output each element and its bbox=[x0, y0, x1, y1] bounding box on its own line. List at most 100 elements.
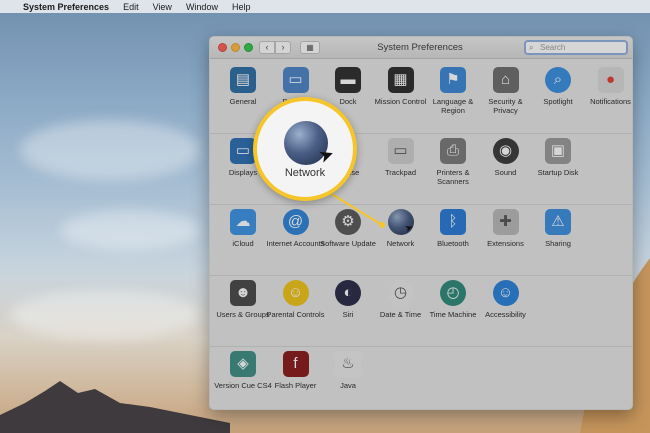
dock-icon: ▬ bbox=[335, 67, 361, 93]
menu-app-name[interactable]: System Preferences bbox=[23, 2, 109, 12]
search-icon: ⌕ bbox=[529, 43, 534, 52]
pref-pane-software-update[interactable]: ⚙ Software Update bbox=[319, 209, 377, 271]
pref-pane-icloud[interactable]: ☁ iCloud bbox=[214, 209, 272, 271]
pref-pane-flash-player[interactable]: f Flash Player bbox=[267, 351, 325, 409]
pref-pane-label: Notifications bbox=[590, 97, 631, 106]
parental-controls-icon: ☺ bbox=[282, 280, 309, 306]
menu-window[interactable]: Window bbox=[186, 2, 218, 12]
pref-pane-startup-disk[interactable]: ▣ Startup Disk bbox=[529, 138, 587, 200]
close-button[interactable] bbox=[218, 43, 227, 52]
pref-pane-label: Users & Groups bbox=[216, 310, 270, 319]
flash-player-icon: f bbox=[282, 351, 309, 377]
sound-icon: ◉ bbox=[492, 138, 519, 164]
pref-pane-sharing[interactable]: ⚠ Sharing bbox=[529, 209, 587, 271]
network-magnifier-callout: Network ➤ bbox=[253, 97, 357, 201]
menu-help[interactable]: Help bbox=[232, 2, 251, 12]
show-all-grid-button[interactable]: ▦ bbox=[300, 41, 320, 54]
zoom-button[interactable] bbox=[244, 43, 253, 52]
pref-pane-label: Security & Privacy bbox=[488, 97, 523, 115]
pref-pane-parental-controls[interactable]: ☺ Parental Controls bbox=[267, 280, 325, 342]
window-title: System Preferences bbox=[377, 42, 463, 53]
java-icon: ♨ bbox=[335, 351, 361, 377]
pref-pane-label: Accessibility bbox=[485, 310, 526, 319]
pref-pane-label: Language & Region bbox=[432, 97, 474, 115]
pref-pane-label: Printers & Scanners bbox=[436, 168, 470, 186]
back-button[interactable]: ‹ bbox=[259, 41, 275, 54]
accessibility-icon: ☺ bbox=[492, 280, 519, 306]
pref-pane-label: iCloud bbox=[232, 239, 254, 248]
pref-pane-siri[interactable]: ◐ Siri bbox=[319, 280, 377, 342]
menu-view[interactable]: View bbox=[153, 2, 172, 12]
pref-pane-mission-control[interactable]: ▦ Mission Control bbox=[372, 67, 430, 129]
pref-pane-printers-scanners[interactable]: ⎙ Printers & Scanners bbox=[424, 138, 482, 200]
time-machine-icon: ◴ bbox=[440, 280, 466, 306]
search-placeholder: Search bbox=[540, 43, 566, 52]
pref-pane-extensions[interactable]: ✚ Extensions bbox=[477, 209, 535, 271]
language-icon: ⚑ bbox=[440, 67, 466, 93]
pref-pane-label: Internet Accounts bbox=[266, 239, 325, 248]
trackpad-icon: ▭ bbox=[387, 138, 414, 164]
pref-pane-version-cue-cs4[interactable]: ◈ Version Cue CS4 bbox=[214, 351, 272, 409]
pref-pane-label: Sharing bbox=[545, 239, 571, 248]
menu-bar: System Preferences Edit View Window Help bbox=[0, 0, 650, 13]
mission-control-icon: ▦ bbox=[387, 67, 414, 93]
forward-button[interactable]: › bbox=[275, 41, 291, 54]
startup-disk-icon: ▣ bbox=[545, 138, 571, 164]
pref-pane-label: Spotlight bbox=[543, 97, 573, 106]
mountain-silhouette bbox=[0, 381, 230, 433]
spotlight-icon: ⌕ bbox=[545, 67, 571, 93]
internet-accounts-icon: @ bbox=[282, 209, 309, 235]
pref-pane-label: Network bbox=[386, 239, 415, 248]
row-separator bbox=[210, 275, 632, 276]
pref-pane-time-machine[interactable]: ◴ Time Machine bbox=[424, 280, 482, 342]
pref-pane-bluetooth[interactable]: ᛒ Bluetooth bbox=[424, 209, 482, 271]
pref-pane-label: Mission Control bbox=[374, 97, 427, 106]
users-icon: ☻ bbox=[230, 280, 256, 306]
pref-pane-label: Time Machine bbox=[429, 310, 477, 319]
security-icon: ⌂ bbox=[492, 67, 519, 93]
general-icon: ▤ bbox=[230, 67, 256, 93]
pref-pane-label: General bbox=[229, 97, 257, 106]
pref-pane-java[interactable]: ♨ Java bbox=[319, 351, 377, 409]
pref-pane-label: Extensions bbox=[487, 239, 524, 248]
pref-pane-sound[interactable]: ◉ Sound bbox=[477, 138, 535, 200]
pref-pane-accessibility[interactable]: ☺ Accessibility bbox=[477, 280, 535, 342]
pref-pane-label: Startup Disk bbox=[537, 168, 579, 177]
callout-label: Network bbox=[284, 167, 326, 179]
bluetooth-icon: ᛒ bbox=[440, 209, 466, 235]
notifications-icon: ● bbox=[597, 67, 624, 93]
pref-pane-users-groups[interactable]: ☻ Users & Groups bbox=[214, 280, 272, 342]
window-titlebar: ‹ › ▦ System Preferences ⌕ Search bbox=[210, 37, 632, 59]
pref-pane-date-time[interactable]: ◷ Date & Time bbox=[372, 280, 430, 342]
pref-pane-language-region[interactable]: ⚑ Language & Region bbox=[424, 67, 482, 129]
system-preferences-window: ‹ › ▦ System Preferences ⌕ Search ▤ Gener… bbox=[209, 36, 633, 410]
pref-pane-security-privacy[interactable]: ⌂ Security & Privacy bbox=[477, 67, 535, 129]
pref-pane-label: Software Update bbox=[320, 239, 376, 248]
software-update-icon: ⚙ bbox=[335, 209, 361, 235]
extensions-icon: ✚ bbox=[492, 209, 519, 235]
printer-icon: ⎙ bbox=[440, 138, 466, 164]
menu-edit[interactable]: Edit bbox=[123, 2, 139, 12]
pref-pane-internet-accounts[interactable]: @ Internet Accounts bbox=[267, 209, 325, 271]
minimize-button[interactable] bbox=[231, 43, 240, 52]
version-cue-icon: ◈ bbox=[230, 351, 256, 377]
pref-pane-label: Date & Time bbox=[379, 310, 422, 319]
pref-pane-label: Parental Controls bbox=[266, 310, 325, 319]
desktop-icon: ▭ bbox=[282, 67, 309, 93]
pref-pane-label: Flash Player bbox=[274, 381, 317, 390]
sharing-icon: ⚠ bbox=[545, 209, 571, 235]
pref-pane-label: Bluetooth bbox=[437, 239, 469, 248]
search-field[interactable]: ⌕ Search bbox=[524, 40, 628, 55]
pref-pane-label: Version Cue CS4 bbox=[214, 381, 272, 390]
pref-pane-trackpad[interactable]: ▭ Trackpad bbox=[372, 138, 430, 200]
date-time-icon: ◷ bbox=[387, 280, 414, 306]
pref-pane-network[interactable]: Network ➤ bbox=[372, 209, 430, 271]
row-separator bbox=[210, 204, 632, 205]
row-separator bbox=[210, 346, 632, 347]
pref-pane-label: Trackpad bbox=[385, 168, 416, 177]
pref-pane-spotlight[interactable]: ⌕ Spotlight bbox=[529, 67, 587, 129]
icloud-icon: ☁ bbox=[230, 209, 256, 235]
pref-pane-label: Sound bbox=[494, 168, 517, 177]
siri-icon: ◐ bbox=[335, 280, 361, 306]
pref-pane-notifications[interactable]: ● Notifications bbox=[582, 67, 633, 129]
